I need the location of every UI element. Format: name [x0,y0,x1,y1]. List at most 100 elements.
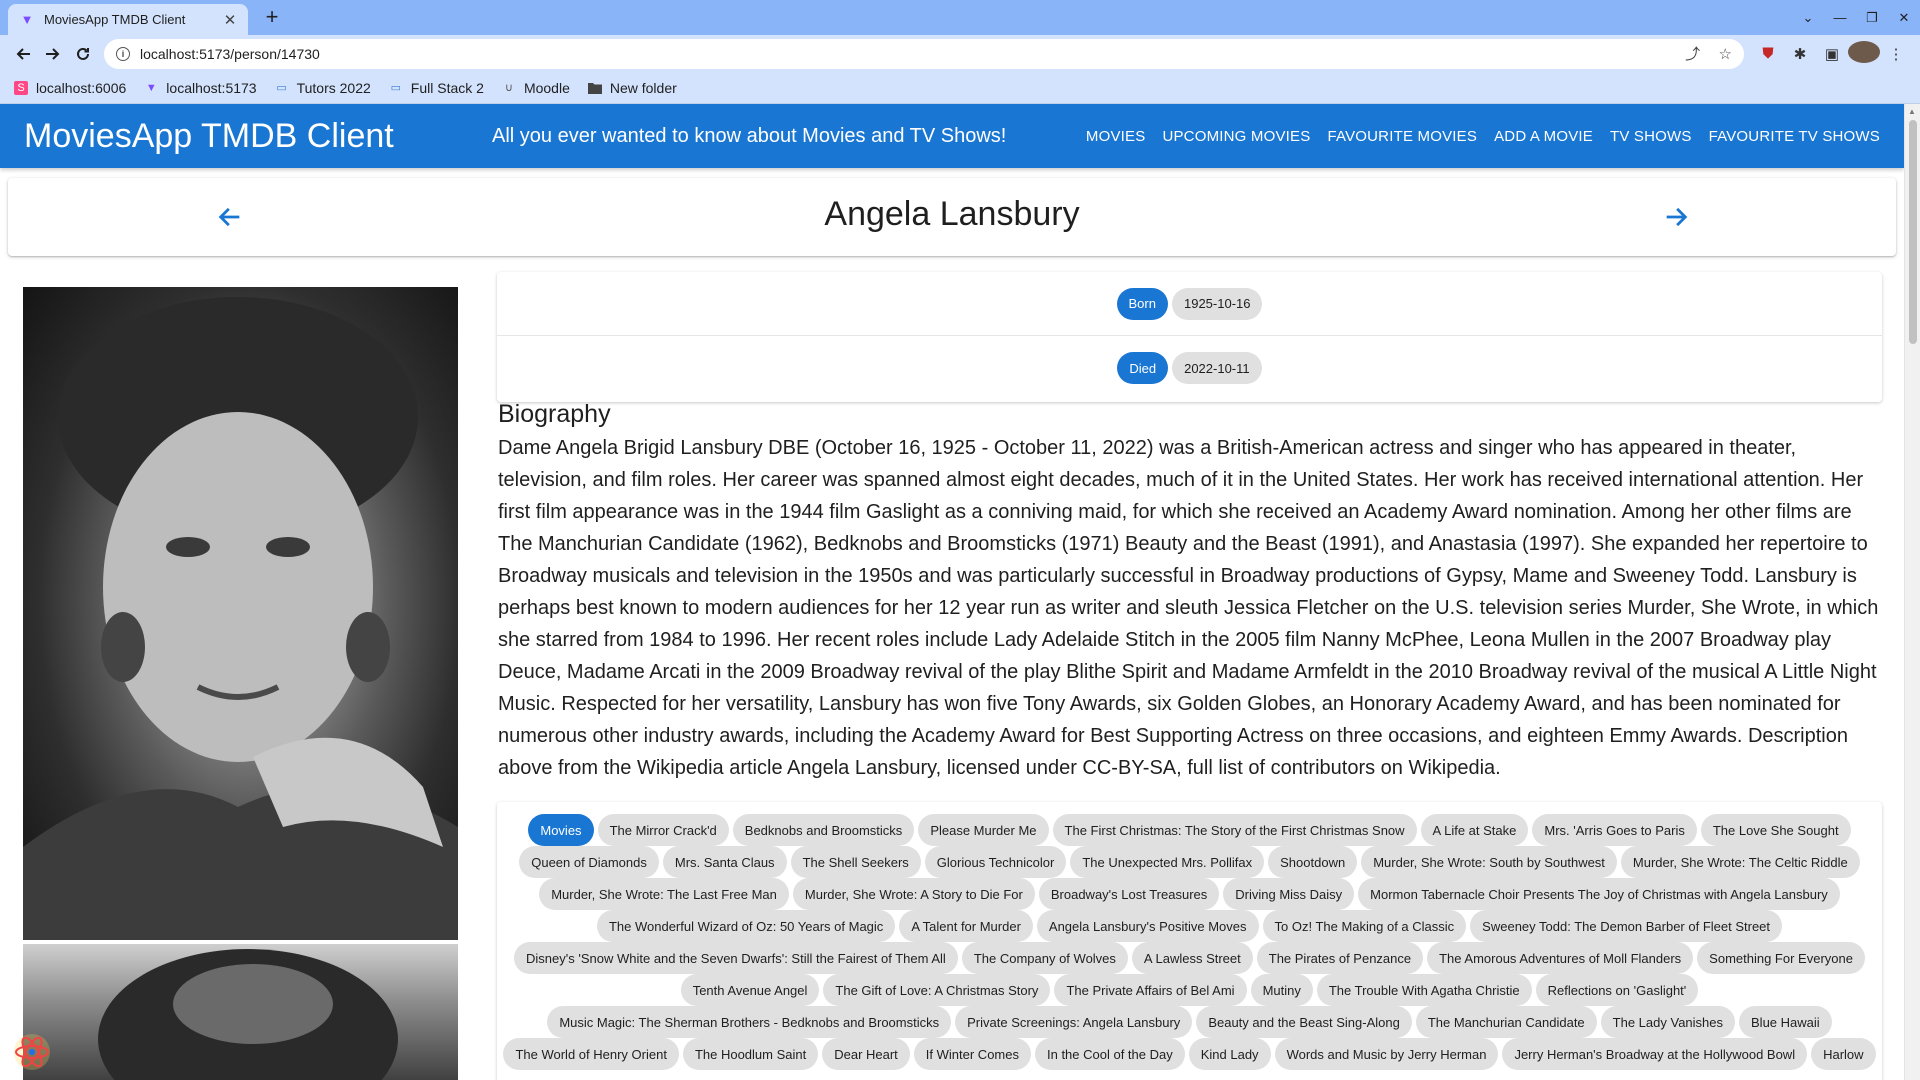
movie-credit-chip[interactable]: Something For Everyone [1697,942,1865,974]
bookmark-moodle[interactable]: ∪ Moodle [502,80,570,96]
person-header: Angela Lansbury [8,178,1896,256]
movie-credit-chip[interactable]: Murder, She Wrote: A Story to Die For [792,878,1035,910]
movie-credit-chip[interactable]: Mrs. Santa Claus [662,846,787,878]
bookmark-localhost-5173[interactable]: ▼ localhost:5173 [144,80,257,96]
movie-credit-chip[interactable]: To Oz! The Making of a Classic [1262,910,1467,942]
nav-upcoming-movies[interactable]: Upcoming Movies [1162,128,1310,145]
site-info-icon[interactable]: i [116,46,130,61]
reload-icon[interactable] [68,39,98,69]
bookmarks-bar: S localhost:6006 ▼ localhost:5173 ▭ Tuto… [0,72,1920,104]
movie-credit-chip[interactable]: Mrs. 'Arris Goes to Paris [1532,814,1697,846]
movie-credit-chip[interactable]: Queen of Diamonds [519,846,659,878]
movie-credit-chip[interactable]: Bedknobs and Broomsticks [732,814,915,846]
movie-credit-chip[interactable]: A Life at Stake [1420,814,1529,846]
movie-credit-chip[interactable]: Reflections on 'Gaslight' [1535,974,1699,1006]
movie-credit-chip[interactable]: The Shell Seekers [790,846,921,878]
movie-credit-chip[interactable]: The First Christmas: The Story of the Fi… [1052,814,1417,846]
nav-add-a-movie[interactable]: Add a Movie [1494,128,1593,145]
movie-credit-chip[interactable]: Driving Miss Daisy [1223,878,1355,910]
close-tab-icon[interactable]: ✕ [222,11,238,29]
bookmark-star-icon[interactable]: ☆ [1719,46,1732,63]
tutors-icon: ▭ [390,82,401,94]
movie-credit-chip[interactable]: The Amorous Adventures of Moll Flanders [1427,942,1694,974]
page-viewport: MoviesApp TMDB Client All you ever wante… [0,104,1920,1080]
bookmark-full-stack-2[interactable]: ▭ Full Stack 2 [389,80,484,96]
bookmark-new-folder[interactable]: New folder [587,80,677,96]
person-name: Angela Lansbury [824,195,1080,233]
credits-row: Disney's 'Snow White and the Seven Dwarf… [503,942,1876,974]
forward-icon[interactable] [38,39,68,69]
movie-credit-chip[interactable]: Murder, She Wrote: South by Southwest [1361,846,1617,878]
died-label-chip: Died [1117,352,1169,384]
main-nav: Movies Upcoming Movies Favourite Movies … [1069,128,1880,145]
ublock-shield-icon[interactable]: ⛊ [1752,45,1784,62]
movie-credit-chip[interactable]: In the Cool of the Day [1034,1038,1185,1070]
side-panel-icon[interactable]: ▣ [1816,45,1848,63]
movie-credit-chip[interactable]: The World of Henry Orient [503,1038,679,1070]
movie-credit-chip[interactable]: Tenth Avenue Angel [680,974,820,1006]
movie-credit-chip[interactable]: Broadway's Lost Treasures [1038,878,1220,910]
address-bar[interactable]: i localhost:5173/person/14730 ⤴ ☆ [104,38,1744,69]
movie-credit-chip[interactable]: Music Magic: The Sherman Brothers - Bedk… [547,1006,952,1038]
close-window-icon[interactable]: ✕ [1888,10,1920,26]
movie-credit-chip[interactable]: The Wonderful Wizard of Oz: 50 Years of … [596,910,896,942]
browser-tab[interactable]: ▼ MoviesApp TMDB Client ✕ [8,4,248,35]
movie-credit-chip[interactable]: Disney's 'Snow White and the Seven Dwarf… [514,942,958,974]
movie-credit-chip[interactable]: Please Murder Me [918,814,1049,846]
address-url[interactable]: localhost:5173/person/14730 [140,46,1671,62]
movie-credit-chip[interactable]: The Hoodlum Saint [682,1038,819,1070]
movie-credit-chip[interactable]: Dear Heart [822,1038,910,1070]
minimize-icon[interactable]: — [1824,10,1856,25]
movie-credit-chip[interactable]: Beauty and the Beast Sing-Along [1196,1006,1412,1038]
movie-credit-chip[interactable]: The Mirror Crack'd [597,814,729,846]
movie-credit-chip[interactable]: Glorious Technicolor [924,846,1067,878]
nav-movies[interactable]: Movies [1086,128,1146,145]
nav-tv-shows[interactable]: TV Shows [1610,128,1692,145]
movie-credit-chip[interactable]: Angela Lansbury's Positive Moves [1036,910,1259,942]
movie-credit-chip[interactable]: Murder, She Wrote: The Last Free Man [539,878,789,910]
movie-credit-chip[interactable]: If Winter Comes [913,1038,1031,1070]
movie-credit-chip[interactable]: The Lady Vanishes [1600,1006,1736,1038]
movie-credit-chip[interactable]: Private Screenings: Angela Lansbury [955,1006,1193,1038]
movie-credit-chip[interactable]: A Talent for Murder [899,910,1033,942]
restore-icon[interactable]: ❐ [1856,10,1888,26]
movie-credit-chip[interactable]: The Unexpected Mrs. Pollifax [1070,846,1265,878]
bookmark-tutors-2022[interactable]: ▭ Tutors 2022 [275,80,370,96]
back-icon[interactable] [8,39,38,69]
movie-credit-chip[interactable]: The Trouble With Agatha Christie [1316,974,1532,1006]
movie-credit-chip[interactable]: A Lawless Street [1131,942,1253,974]
movie-credit-chip[interactable]: Jerry Herman's Broadway at the Hollywood… [1502,1038,1808,1070]
movie-credit-chip[interactable]: Blue Hawaii [1739,1006,1832,1038]
credits-chip-list: Movies The Mirror Crack'd Bedknobs and Bro… [503,814,1876,1070]
movie-credit-chip[interactable]: The Pirates of Penzance [1256,942,1424,974]
profile-avatar[interactable] [1848,40,1880,67]
scroll-up-arrow-icon[interactable]: ▲ [1908,107,1916,116]
movie-credit-chip[interactable]: Mutiny [1250,974,1313,1006]
page-scrollbar[interactable]: ▲ [1904,104,1920,1080]
movie-credit-chip[interactable]: Sweeney Todd: The Demon Barber of Fleet … [1470,910,1783,942]
movie-credit-chip[interactable]: The Private Affairs of Bel Ami [1054,974,1247,1006]
movie-credit-chip[interactable]: Harlow [1811,1038,1876,1070]
born-row: Born 1925-10-16 [497,272,1882,336]
nav-favourite-tv-shows[interactable]: Favourite TV Shows [1709,128,1880,145]
bookmark-localhost-6006[interactable]: S localhost:6006 [14,80,126,96]
movie-credit-chip[interactable]: Murder, She Wrote: The Celtic Riddle [1620,846,1860,878]
next-arrow-icon[interactable] [1658,199,1694,235]
tab-search-icon[interactable]: ⌄ [1792,10,1824,26]
movie-credit-chip[interactable]: The Gift of Love: A Christmas Story [823,974,1051,1006]
movie-credit-chip[interactable]: The Company of Wolves [961,942,1128,974]
movie-credit-chip[interactable]: The Love She Sought [1700,814,1851,846]
extensions-puzzle-icon[interactable]: ✱ [1784,45,1816,63]
scroll-thumb[interactable] [1909,120,1917,344]
movie-credit-chip[interactable]: Kind Lady [1188,1038,1271,1070]
browser-menu-icon[interactable]: ⋮ [1880,45,1912,63]
movie-credit-chip[interactable]: The Manchurian Candidate [1415,1006,1597,1038]
new-tab-button[interactable]: + [260,5,284,29]
movie-credit-chip[interactable]: Words and Music by Jerry Herman [1274,1038,1499,1070]
react-query-devtools-icon[interactable] [10,1030,54,1074]
storybook-icon: S [14,80,28,95]
movie-credit-chip[interactable]: Mormon Tabernacle Choir Presents The Joy… [1358,878,1840,910]
nav-favourite-movies[interactable]: Favourite Movies [1327,128,1477,145]
movie-credit-chip[interactable]: Shootdown [1268,846,1358,878]
share-icon[interactable]: ⤴ [1685,46,1700,63]
